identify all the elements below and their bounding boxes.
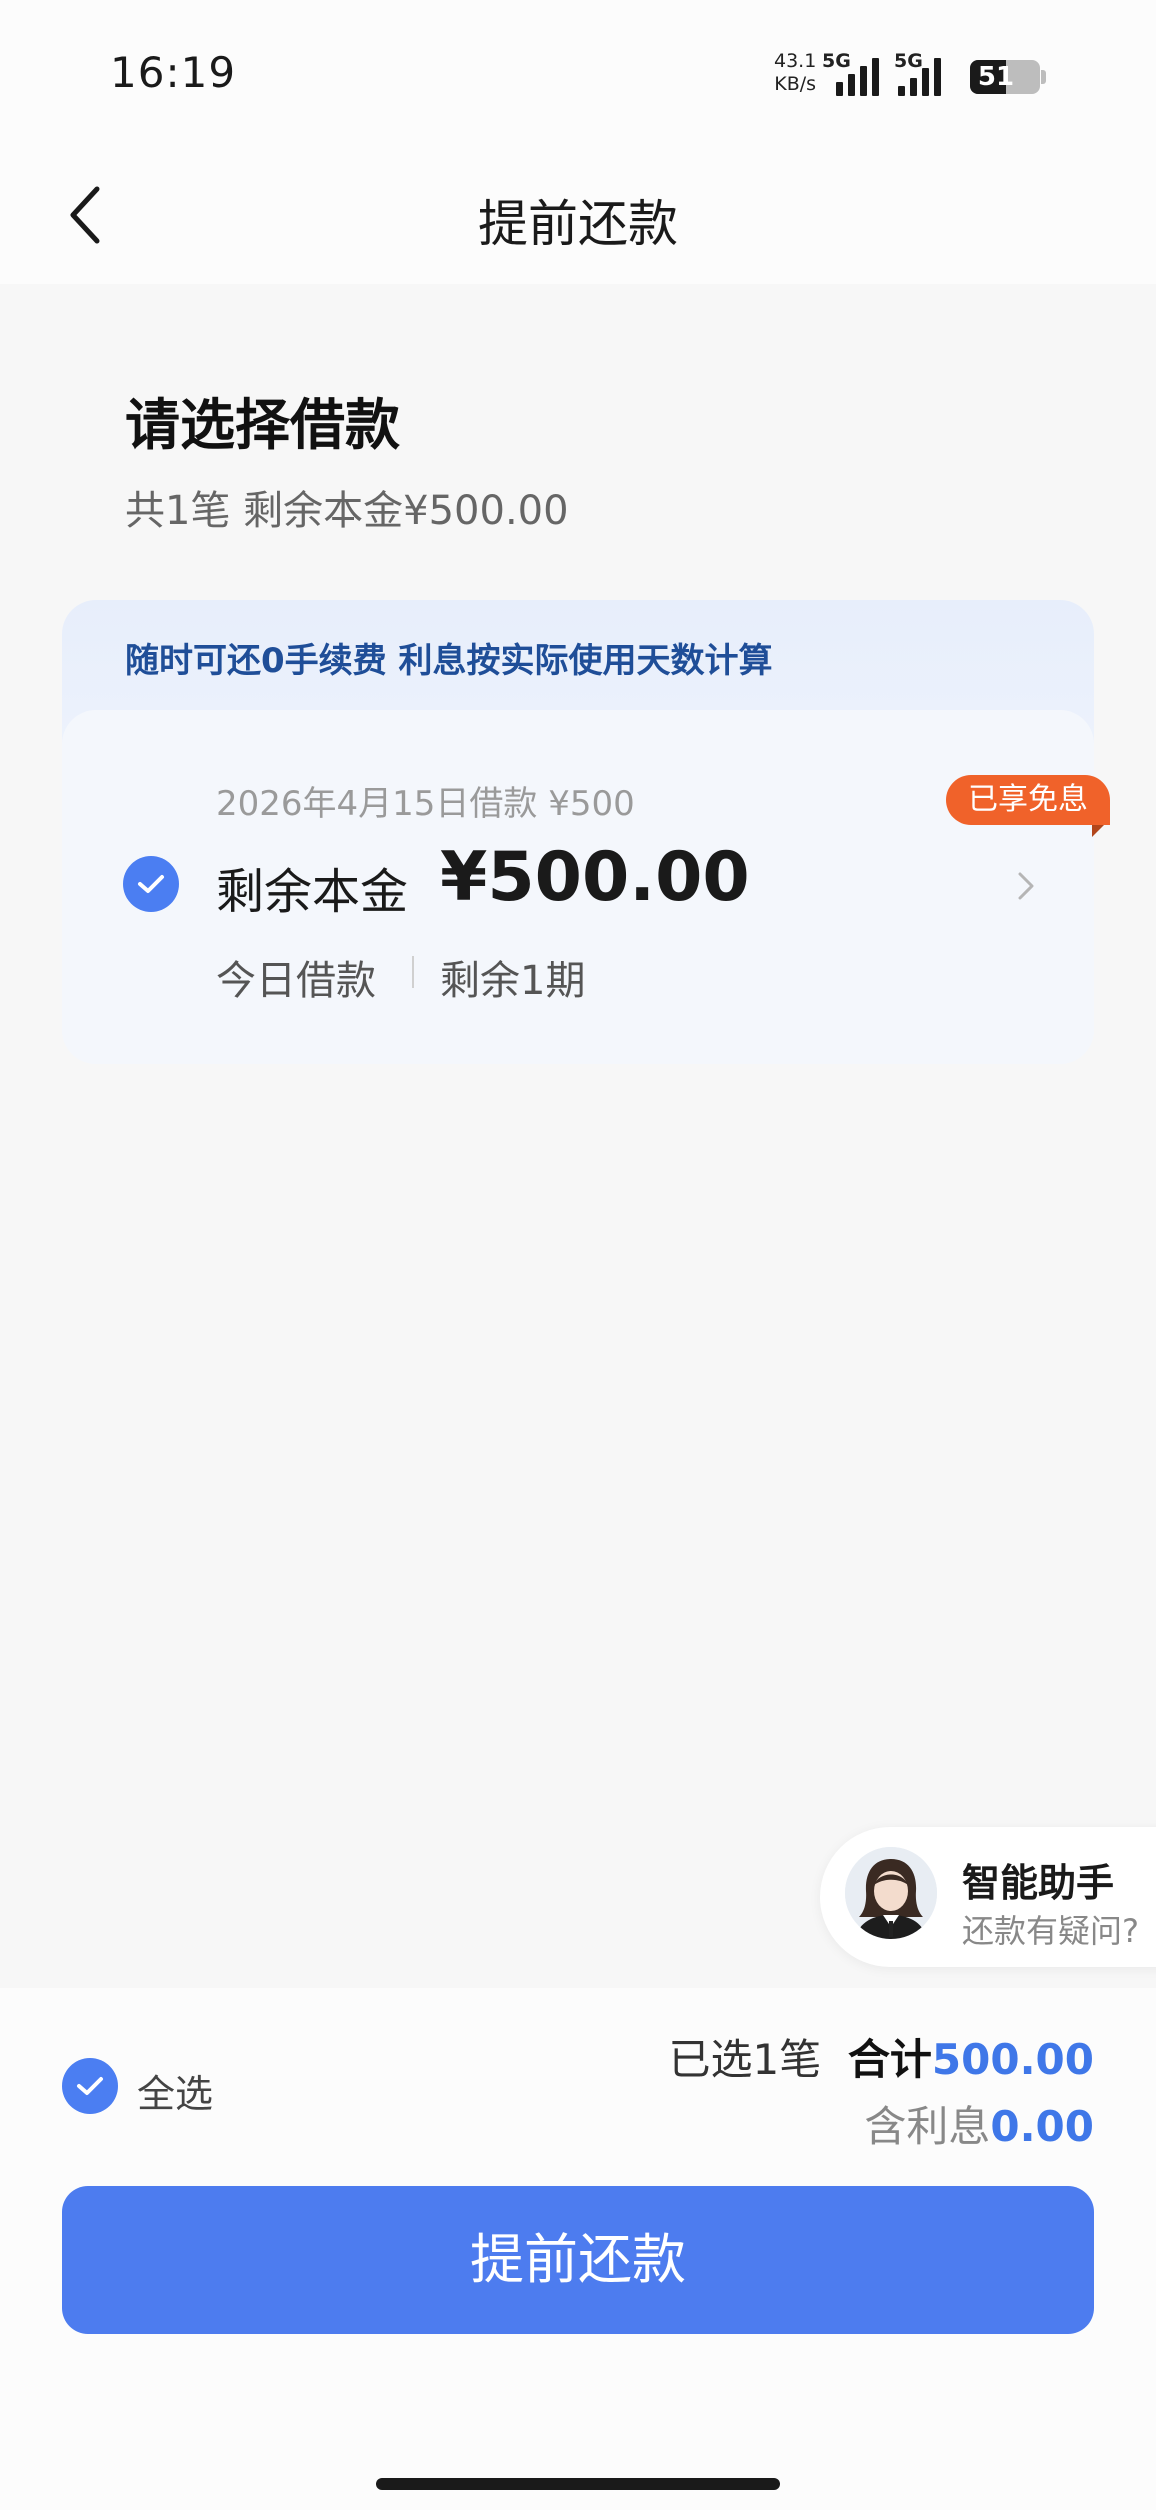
battery-level: 51 xyxy=(977,62,1015,92)
select-all-checkbox[interactable] xyxy=(62,2058,118,2114)
card-banner: 随时可还0手续费 利息按实际使用天数计算 xyxy=(125,641,773,681)
interest-free-badge: 已享免息 xyxy=(946,775,1110,825)
check-icon xyxy=(138,875,164,893)
network-speed-value: 43.1 xyxy=(774,50,817,72)
loan-summary: 共1笔 剩余本金¥500.00 xyxy=(125,488,569,534)
sim2-signal-icon xyxy=(898,56,941,96)
total-value: 500.00 xyxy=(931,2035,1094,2084)
loan-tag-today: 今日借款 xyxy=(216,958,376,1004)
network-speed-unit: KB/s xyxy=(774,73,817,95)
principal-amount: ¥500.00 xyxy=(440,838,750,917)
principal-label: 剩余本金 xyxy=(216,864,409,920)
assistant-subtitle: 还款有疑问? xyxy=(962,1912,1139,1950)
assistant-title: 智能助手 xyxy=(962,1861,1115,1905)
home-indicator[interactable] xyxy=(376,2478,780,2490)
interest-line: 含利息0.00 xyxy=(864,2093,1094,2154)
network-speed: 43.1 KB/s xyxy=(774,50,816,96)
sim1-signal-icon xyxy=(836,56,879,96)
selected-count: 已选1笔 xyxy=(668,2035,822,2084)
battery-icon: 51 xyxy=(970,60,1040,94)
chevron-right-icon xyxy=(1018,872,1034,900)
status-time: 16:19 xyxy=(110,48,237,97)
assistant-avatar xyxy=(845,1847,937,1939)
total-label: 合计 xyxy=(847,2035,932,2084)
loan-date: 2026年4月15日借款 ¥500 xyxy=(216,784,635,824)
section-title: 请选择借款 xyxy=(125,393,401,457)
check-icon xyxy=(77,2077,103,2095)
tag-divider xyxy=(412,956,414,988)
loan-checkbox[interactable] xyxy=(123,856,179,912)
select-all-label: 全选 xyxy=(137,2072,214,2116)
loan-detail-chevron[interactable] xyxy=(1010,866,1040,906)
badge-fold xyxy=(1092,825,1104,837)
battery-tip xyxy=(1041,70,1046,84)
interest-label: 含利息 xyxy=(864,2102,991,2151)
prepay-button[interactable]: 提前还款 xyxy=(62,2186,1094,2334)
page-title: 提前还款 xyxy=(478,195,678,253)
total-line: 已选1笔 合计500.00 xyxy=(668,2026,1094,2087)
loan-tag-periods: 剩余1期 xyxy=(440,958,586,1004)
interest-value: 0.00 xyxy=(990,2102,1094,2151)
assistant-avatar-icon xyxy=(845,1847,937,1939)
